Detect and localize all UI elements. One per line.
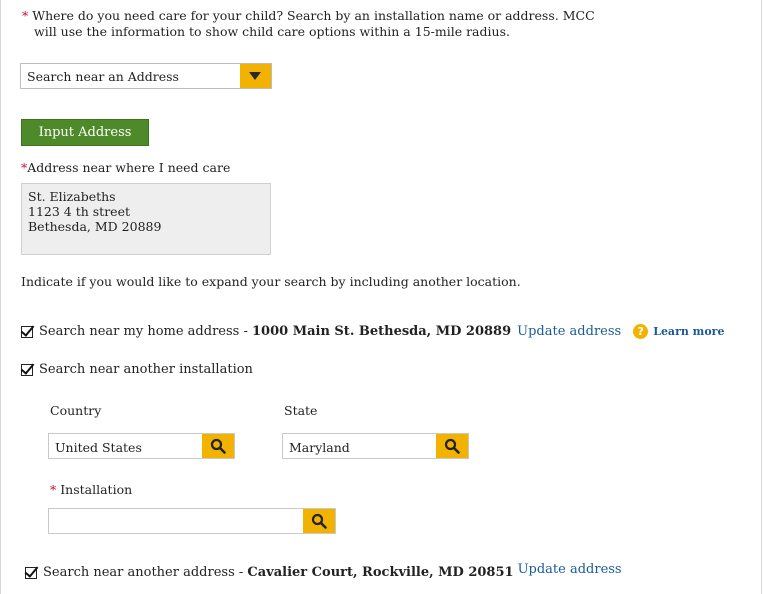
address-line-3: Bethesda, MD 20889 <box>28 219 162 234</box>
search-icon <box>311 513 327 529</box>
country-search-button[interactable] <box>202 434 234 458</box>
installation-label-text: Installation <box>60 482 133 497</box>
installation-option-label: Search near another installation <box>39 362 253 377</box>
state-label: State <box>284 403 318 418</box>
installation-option: Search near another installation <box>21 362 253 377</box>
home-address-checkbox[interactable] <box>21 325 33 338</box>
installation-field[interactable] <box>48 508 336 534</box>
required-marker: * <box>50 482 57 497</box>
another-address-value: Cavalier Court, Rockville, MD 20851 <box>247 565 514 580</box>
country-value: United States <box>55 440 142 455</box>
address-line-1: St. Elizabeths <box>28 189 116 204</box>
home-address-label: Search near my home address - <box>39 324 252 339</box>
form-panel <box>0 0 762 594</box>
address-label: *Address near where I need care <box>21 160 230 175</box>
country-label: Country <box>50 403 102 418</box>
address-line-2: 1123 4 th street <box>28 204 130 219</box>
intro-text: * Where do you need care for your child?… <box>22 8 722 40</box>
home-address-value: 1000 Main St. Bethesda, MD 20889 <box>251 324 512 339</box>
another-address-option: Search near another address - Cavalier C… <box>25 562 622 580</box>
address-display: St. Elizabeths 1123 4 th street Bethesda… <box>21 183 271 255</box>
search-type-value: Search near an Address <box>27 69 179 84</box>
state-search-button[interactable] <box>436 434 468 458</box>
installation-label: * Installation <box>50 482 132 497</box>
search-icon <box>444 438 460 454</box>
home-address-option: Search near my home address - 1000 Main … <box>21 324 724 339</box>
input-address-button[interactable]: Input Address <box>21 119 149 146</box>
learn-more-link[interactable]: Learn more <box>653 325 724 338</box>
another-address-label: Search near another address - <box>43 565 248 580</box>
another-address-checkbox[interactable] <box>25 566 37 579</box>
required-marker: * <box>22 8 29 23</box>
country-field[interactable]: United States <box>48 433 235 459</box>
state-value: Maryland <box>289 440 350 455</box>
installation-checkbox[interactable] <box>21 363 33 376</box>
search-type-select[interactable]: Search near an Address <box>20 63 272 89</box>
intro-line-1: Where do you need care for your child? S… <box>32 8 595 23</box>
expand-search-text: Indicate if you would like to expand you… <box>21 274 521 289</box>
state-field[interactable]: Maryland <box>282 433 469 459</box>
search-icon <box>210 438 226 454</box>
intro-line-2: will use the information to show child c… <box>34 24 510 39</box>
help-icon[interactable]: ? <box>633 324 649 339</box>
installation-search-button[interactable] <box>303 509 335 533</box>
update-home-address-link[interactable]: Update address <box>517 324 621 339</box>
address-label-text: Address near where I need care <box>27 160 231 175</box>
caret-down-icon[interactable] <box>240 64 271 88</box>
update-another-address-link[interactable]: Update address <box>518 562 622 577</box>
